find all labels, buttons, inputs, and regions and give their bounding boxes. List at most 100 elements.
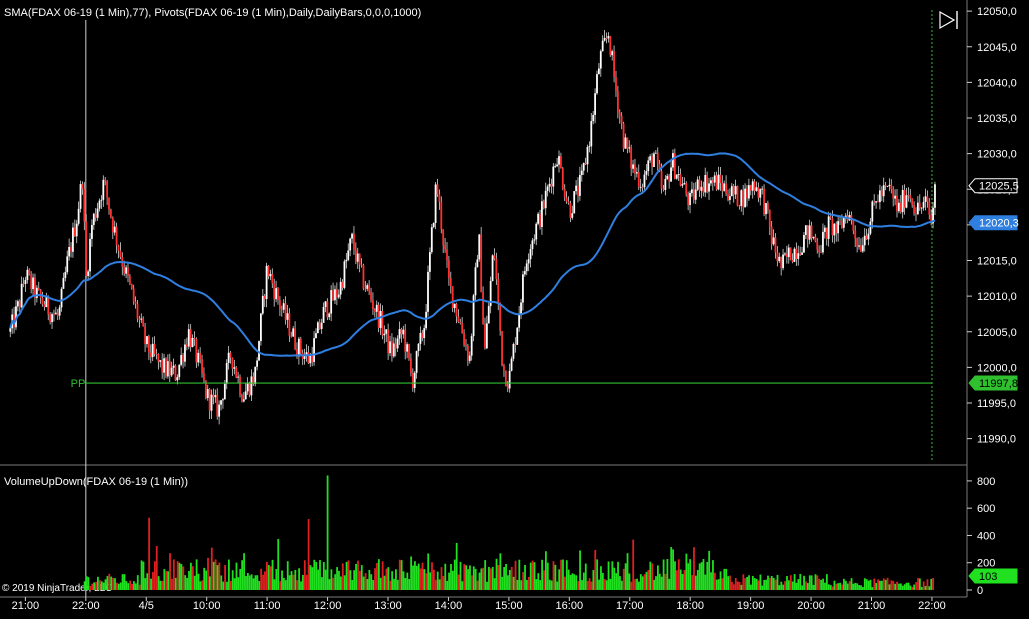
volume-bar	[563, 576, 566, 590]
time-axis[interactable]: 21:00 22:00 4/5 10:00 11:00 12:00 13:00 14:00 15…	[12, 597, 946, 612]
volume-bar	[881, 580, 883, 590]
candle-body	[875, 201, 878, 203]
volume-bar	[455, 542, 458, 590]
candle-body	[474, 267, 477, 296]
candle-body	[446, 249, 448, 261]
candle-body	[341, 281, 344, 288]
axis-markers: 12025,5 12020,3 11997,8 103	[968, 178, 1019, 584]
volume-bar	[402, 571, 405, 590]
volume-bar	[727, 576, 730, 590]
volume-bar	[852, 583, 855, 590]
volume-bar	[434, 579, 437, 590]
candle-body	[191, 338, 194, 348]
volume-bar	[892, 580, 895, 590]
candle-body	[522, 274, 524, 303]
candle-body	[782, 254, 784, 269]
volume-bar	[161, 580, 164, 590]
volume-bar	[197, 573, 200, 590]
volume-bar	[894, 583, 897, 590]
candle-body	[879, 190, 881, 203]
candle-body	[719, 174, 722, 184]
candle-body	[637, 172, 640, 187]
volume-bar	[812, 584, 815, 590]
candle-body	[662, 188, 665, 190]
volume-bar	[345, 561, 348, 590]
volume-bar	[191, 566, 194, 590]
volume-bar	[617, 561, 619, 590]
volume-bar	[674, 561, 676, 590]
candle-body	[579, 174, 581, 196]
time-tick-label: 20:00	[797, 600, 825, 612]
chart-canvas[interactable]: SMA(FDAX 06-19 (1 Min),77), Pivots(FDAX …	[0, 0, 1029, 619]
volume-bar	[393, 578, 395, 590]
candle-body	[721, 183, 724, 191]
volume-bar	[174, 577, 177, 590]
candle-body	[440, 201, 443, 230]
candle-body	[520, 302, 522, 314]
volume-bar	[322, 562, 325, 590]
time-tick-label: 4/5	[139, 600, 154, 612]
volume-bar	[915, 582, 917, 590]
volume-bar	[755, 578, 758, 590]
volume-bar	[159, 580, 162, 590]
volume-bar	[548, 579, 551, 590]
volume-bar	[598, 579, 600, 590]
volume-bar	[778, 585, 781, 590]
pivot-line: PP	[71, 378, 932, 390]
volume-bar	[562, 559, 564, 590]
volume-bar	[353, 570, 356, 590]
candle-body	[320, 322, 323, 329]
volume-bar	[806, 583, 809, 590]
volume-bar	[590, 581, 593, 590]
candle-body	[263, 295, 266, 300]
volume-bar	[896, 581, 898, 590]
volume-bar	[368, 569, 371, 590]
candle-body	[220, 400, 222, 405]
volume-bar	[131, 583, 133, 590]
volume-bar	[218, 562, 221, 590]
scroll-to-end-button[interactable]	[936, 6, 962, 32]
candle-body	[635, 172, 638, 174]
volume-bar	[102, 582, 105, 590]
volume-bar	[738, 581, 741, 590]
volume-bar	[209, 576, 211, 590]
volume-bar	[186, 577, 189, 590]
volume-bar	[793, 574, 796, 590]
volume-bar	[258, 581, 261, 590]
candle-body	[668, 175, 671, 182]
volume-bar	[514, 560, 517, 590]
volume-bar	[338, 570, 340, 590]
volume-bar	[339, 576, 342, 590]
volume-bar	[619, 576, 621, 590]
candle-body	[311, 355, 314, 362]
volume-bar	[93, 582, 96, 590]
candle-body	[897, 202, 900, 212]
candle-body	[87, 271, 90, 276]
candle-body	[588, 146, 591, 148]
volume-bar	[571, 573, 574, 590]
candle-body	[858, 245, 860, 247]
candle-body	[64, 272, 67, 278]
volume-bar	[431, 562, 433, 590]
candle-body	[913, 205, 915, 214]
volume-value-marker-text: 103	[979, 571, 997, 583]
volume-bar	[450, 564, 452, 590]
volume-bar	[518, 559, 521, 590]
candle-body	[197, 352, 200, 363]
candle-body	[250, 376, 253, 396]
volume-bar	[672, 549, 674, 590]
volume-bar	[203, 567, 206, 590]
candle-body	[772, 237, 775, 245]
candle-body	[457, 316, 460, 323]
candle-body	[195, 339, 198, 363]
volume-bar	[582, 572, 585, 590]
candle-body	[615, 77, 617, 92]
candle-body	[322, 307, 325, 323]
volume-bar	[207, 557, 209, 590]
volume-tick-label: 800	[977, 476, 995, 488]
volume-bar	[91, 583, 94, 590]
volume-bar	[400, 560, 403, 590]
candle-body	[791, 259, 794, 262]
volume-bar	[410, 556, 413, 590]
volume-bar	[863, 578, 866, 590]
